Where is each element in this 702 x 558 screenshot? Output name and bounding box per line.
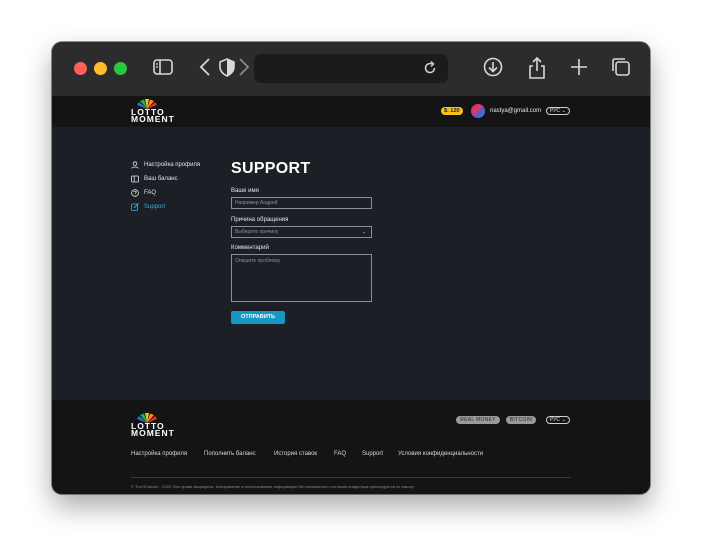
bitcoin-pill[interactable]: BITCOIN [506, 416, 536, 424]
user-email[interactable]: nastya@gmail.com [490, 108, 541, 114]
footer-link-support[interactable]: Support [362, 451, 383, 457]
question-icon [131, 189, 139, 197]
maximize-window-button[interactable] [114, 62, 127, 75]
sidebar-item-label: FAQ [144, 190, 157, 196]
address-bar[interactable] [254, 54, 448, 83]
site-footer: LOTTO MOMENT REAL MONEY BITCOIN РУС ⌄ На… [52, 400, 650, 494]
privacy-shield-icon[interactable] [218, 56, 236, 83]
footer-link-privacy[interactable]: Условия конфиденциальности [398, 451, 483, 457]
back-icon[interactable] [198, 56, 212, 83]
chevron-down-icon: ⌄ [561, 417, 566, 423]
footer-divider [131, 477, 571, 478]
real-money-pill[interactable]: REAL MONEY [456, 416, 500, 424]
avatar[interactable] [471, 104, 485, 118]
sidebar-item-balance[interactable]: Ваш баланс [131, 175, 178, 183]
logo-text-moment: MOMENT [131, 114, 175, 124]
language-label: РУС [550, 417, 561, 423]
close-window-button[interactable] [74, 62, 87, 75]
reason-select-value: Выберите причину [235, 229, 279, 235]
chevron-down-icon: ⌄ [361, 229, 366, 235]
footer-link-profile-settings[interactable]: Настройка профиля [131, 451, 187, 457]
sidebar-item-label: Настройка профиля [144, 162, 201, 168]
page-title: SUPPORT [231, 160, 311, 177]
browser-toolbar [52, 42, 650, 96]
sidebar-item-label: Support [144, 204, 166, 210]
share-icon[interactable] [527, 56, 547, 85]
reason-label: Причина обращения [231, 217, 289, 223]
user-icon [131, 161, 139, 169]
footer-link-bet-history[interactable]: История ставок [274, 451, 317, 457]
minimize-window-button[interactable] [94, 62, 107, 75]
comment-textarea[interactable] [231, 254, 372, 302]
download-icon[interactable] [482, 56, 504, 83]
browser-window: LOTTO MOMENT $: 120 nastya@gmail.com РУС… [52, 42, 650, 494]
sidebar-item-support[interactable]: Support [131, 203, 165, 211]
chevron-down-icon: ⌄ [561, 108, 566, 114]
new-tab-icon[interactable] [569, 56, 589, 83]
logo-text-moment: MOMENT [131, 428, 175, 438]
footer-language-selector[interactable]: РУС ⌄ [546, 416, 570, 424]
balance-badge[interactable]: $: 120 [441, 107, 463, 115]
tab-overview-icon[interactable] [610, 56, 632, 83]
submit-button[interactable]: ОТПРАВИТЬ [231, 311, 285, 324]
wallet-icon [131, 175, 139, 183]
site-header: LOTTO MOMENT $: 120 nastya@gmail.com РУС… [52, 96, 650, 127]
footer-link-faq[interactable]: FAQ [334, 451, 346, 457]
language-label: РУС [550, 108, 561, 114]
copyright-text: © TheOCstudio · 2020. Все права защищены… [131, 484, 415, 489]
reload-icon[interactable] [422, 60, 438, 81]
reason-select[interactable]: Выберите причину ⌄ [231, 226, 372, 238]
forward-icon[interactable] [237, 56, 251, 83]
comment-label: Комментарий [231, 245, 269, 251]
sidebar-item-label: Ваш баланс [144, 176, 178, 182]
sidebar-item-faq[interactable]: FAQ [131, 189, 156, 197]
sidebar-item-profile-settings[interactable]: Настройка профиля [131, 161, 200, 169]
edit-icon [131, 203, 139, 211]
language-selector[interactable]: РУС ⌄ [546, 107, 570, 115]
sidebar-toggle-icon[interactable] [152, 56, 174, 83]
footer-link-top-up[interactable]: Пополнить баланс [204, 451, 256, 457]
name-field[interactable] [231, 197, 372, 209]
name-label: Ваше имя [231, 188, 259, 194]
